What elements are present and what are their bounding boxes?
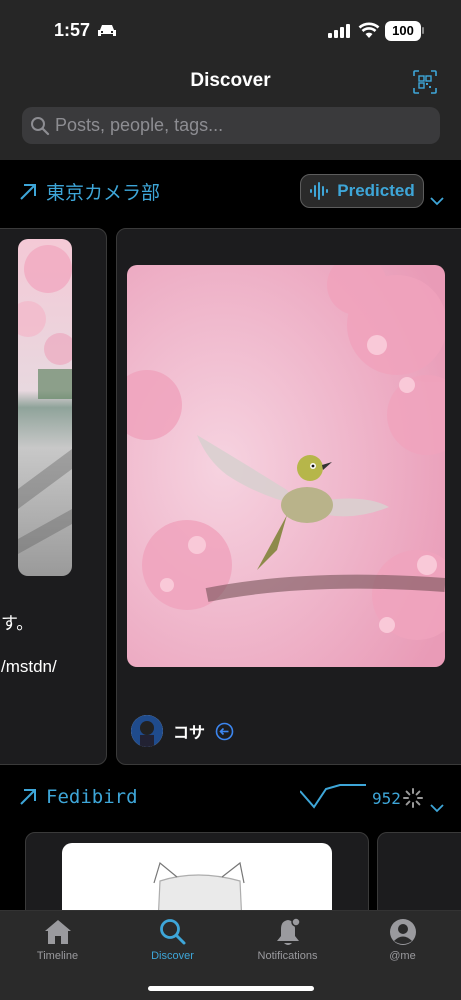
page-title: Discover [190, 70, 271, 91]
waveform-icon [310, 182, 329, 200]
tab-label: Discover [151, 950, 194, 962]
chevron-down-icon[interactable] [430, 803, 444, 813]
post-photo[interactable] [127, 265, 445, 667]
arrow-up-right-icon [20, 183, 36, 200]
arrow-left-circle-icon[interactable] [215, 722, 234, 741]
post-card[interactable]: す。 /mstdn/ [0, 228, 107, 765]
nav-header: Discover [0, 60, 461, 160]
search-input[interactable] [55, 107, 425, 144]
tab-label: @me [389, 950, 416, 962]
activity-count: 952 [372, 789, 401, 808]
status-time: 1:57 [54, 20, 91, 40]
tab-timeline[interactable]: Timeline [0, 917, 115, 962]
home-indicator[interactable] [148, 986, 314, 991]
tab-label: Timeline [36, 950, 79, 962]
loading-spinner-icon [403, 788, 423, 808]
search-icon [31, 117, 50, 136]
predicted-label: Predicted [337, 181, 415, 200]
post-photo[interactable] [18, 239, 72, 576]
post-text: す。 [1, 614, 34, 633]
section-title: Fedibird [46, 786, 138, 808]
post-text: /mstdn/ [1, 657, 57, 676]
search-icon [159, 919, 185, 945]
status-bar: 1:57 100 [0, 0, 461, 60]
wifi-icon [358, 22, 380, 38]
battery-tip [422, 27, 424, 34]
arrow-up-right-icon [20, 789, 36, 805]
person-icon [389, 919, 416, 945]
battery-indicator: 100 [385, 21, 421, 41]
predicted-badge[interactable]: Predicted [300, 174, 424, 208]
tab-label: Notifications [257, 950, 318, 962]
bell-icon [276, 917, 301, 945]
qr-code-icon[interactable] [413, 70, 437, 94]
section-title-link[interactable]: Fedibird [18, 786, 138, 808]
trend-sparkline [300, 784, 366, 809]
tab-me[interactable]: @me [345, 917, 460, 962]
car-icon [98, 25, 116, 36]
home-icon [44, 920, 71, 944]
post-author[interactable]: コサ [131, 715, 234, 747]
search-bar[interactable] [22, 107, 440, 144]
cellular-signal-icon [328, 24, 350, 38]
post-card[interactable]: コサ [116, 228, 461, 765]
tab-notifications[interactable]: Notifications [230, 917, 345, 962]
author-name: コサ [173, 725, 206, 742]
section-title: 東京カメラ部 [46, 182, 161, 204]
avatar[interactable] [131, 715, 163, 747]
chevron-down-icon[interactable] [430, 196, 444, 206]
section-title-link[interactable]: 東京カメラ部 [18, 178, 160, 205]
tab-discover[interactable]: Discover [115, 917, 230, 962]
